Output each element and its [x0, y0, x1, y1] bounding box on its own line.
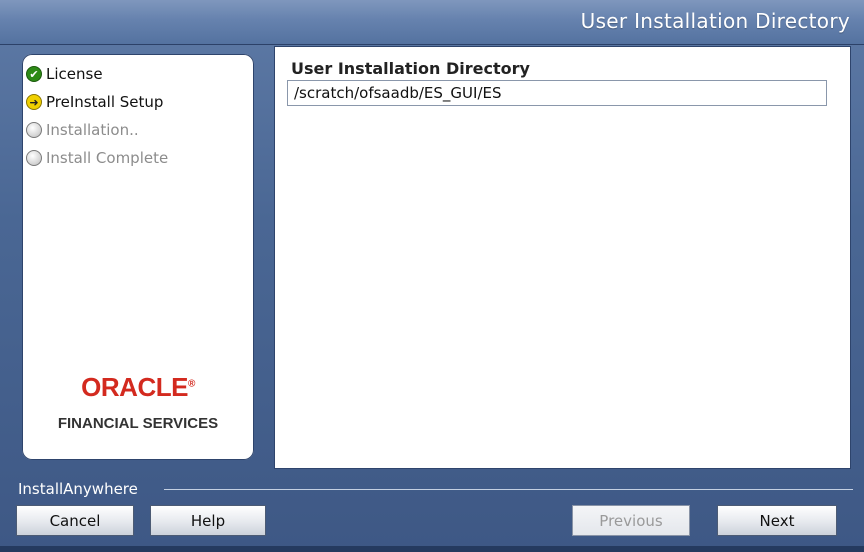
- oracle-logo: ORACLE® FINANCIAL SERVICES: [22, 372, 254, 432]
- financial-services-label: FINANCIAL SERVICES: [57, 415, 219, 432]
- step-label: Installation..: [46, 121, 139, 139]
- previous-button[interactable]: Previous: [572, 505, 690, 536]
- check-icon: ✔: [26, 66, 42, 82]
- arrow-right-icon: ➜: [26, 94, 42, 110]
- circle-icon: [26, 150, 42, 166]
- step-installation: Installation..: [26, 116, 168, 144]
- step-license: ✔ License: [26, 60, 168, 88]
- directory-input[interactable]: /scratch/ofsaadb/ES_GUI/ES: [287, 80, 827, 106]
- step-label: Install Complete: [46, 149, 169, 167]
- steps-panel: ✔ License ➜ PreInstall Setup Installatio…: [22, 54, 254, 460]
- steps-list: ✔ License ➜ PreInstall Setup Installatio…: [26, 60, 168, 172]
- window-title: User Installation Directory: [580, 9, 850, 33]
- footer-divider: [164, 489, 853, 490]
- next-button[interactable]: Next: [717, 505, 837, 536]
- bottom-border: [0, 546, 864, 552]
- step-preinstall-setup: ➜ PreInstall Setup: [26, 88, 168, 116]
- installanywhere-label: InstallAnywhere: [18, 480, 138, 498]
- step-label: PreInstall Setup: [46, 93, 164, 111]
- step-install-complete: Install Complete: [26, 144, 168, 172]
- directory-label: User Installation Directory: [291, 59, 530, 78]
- cancel-button[interactable]: Cancel: [16, 505, 134, 536]
- main-content-panel: User Installation Directory /scratch/ofs…: [274, 46, 851, 469]
- help-button[interactable]: Help: [150, 505, 266, 536]
- circle-icon: [26, 122, 42, 138]
- installer-window: User Installation Directory ✔ License ➜ …: [0, 0, 864, 552]
- step-label: License: [46, 65, 103, 83]
- oracle-wordmark: ORACLE®: [81, 372, 195, 402]
- title-bar: User Installation Directory: [0, 0, 864, 45]
